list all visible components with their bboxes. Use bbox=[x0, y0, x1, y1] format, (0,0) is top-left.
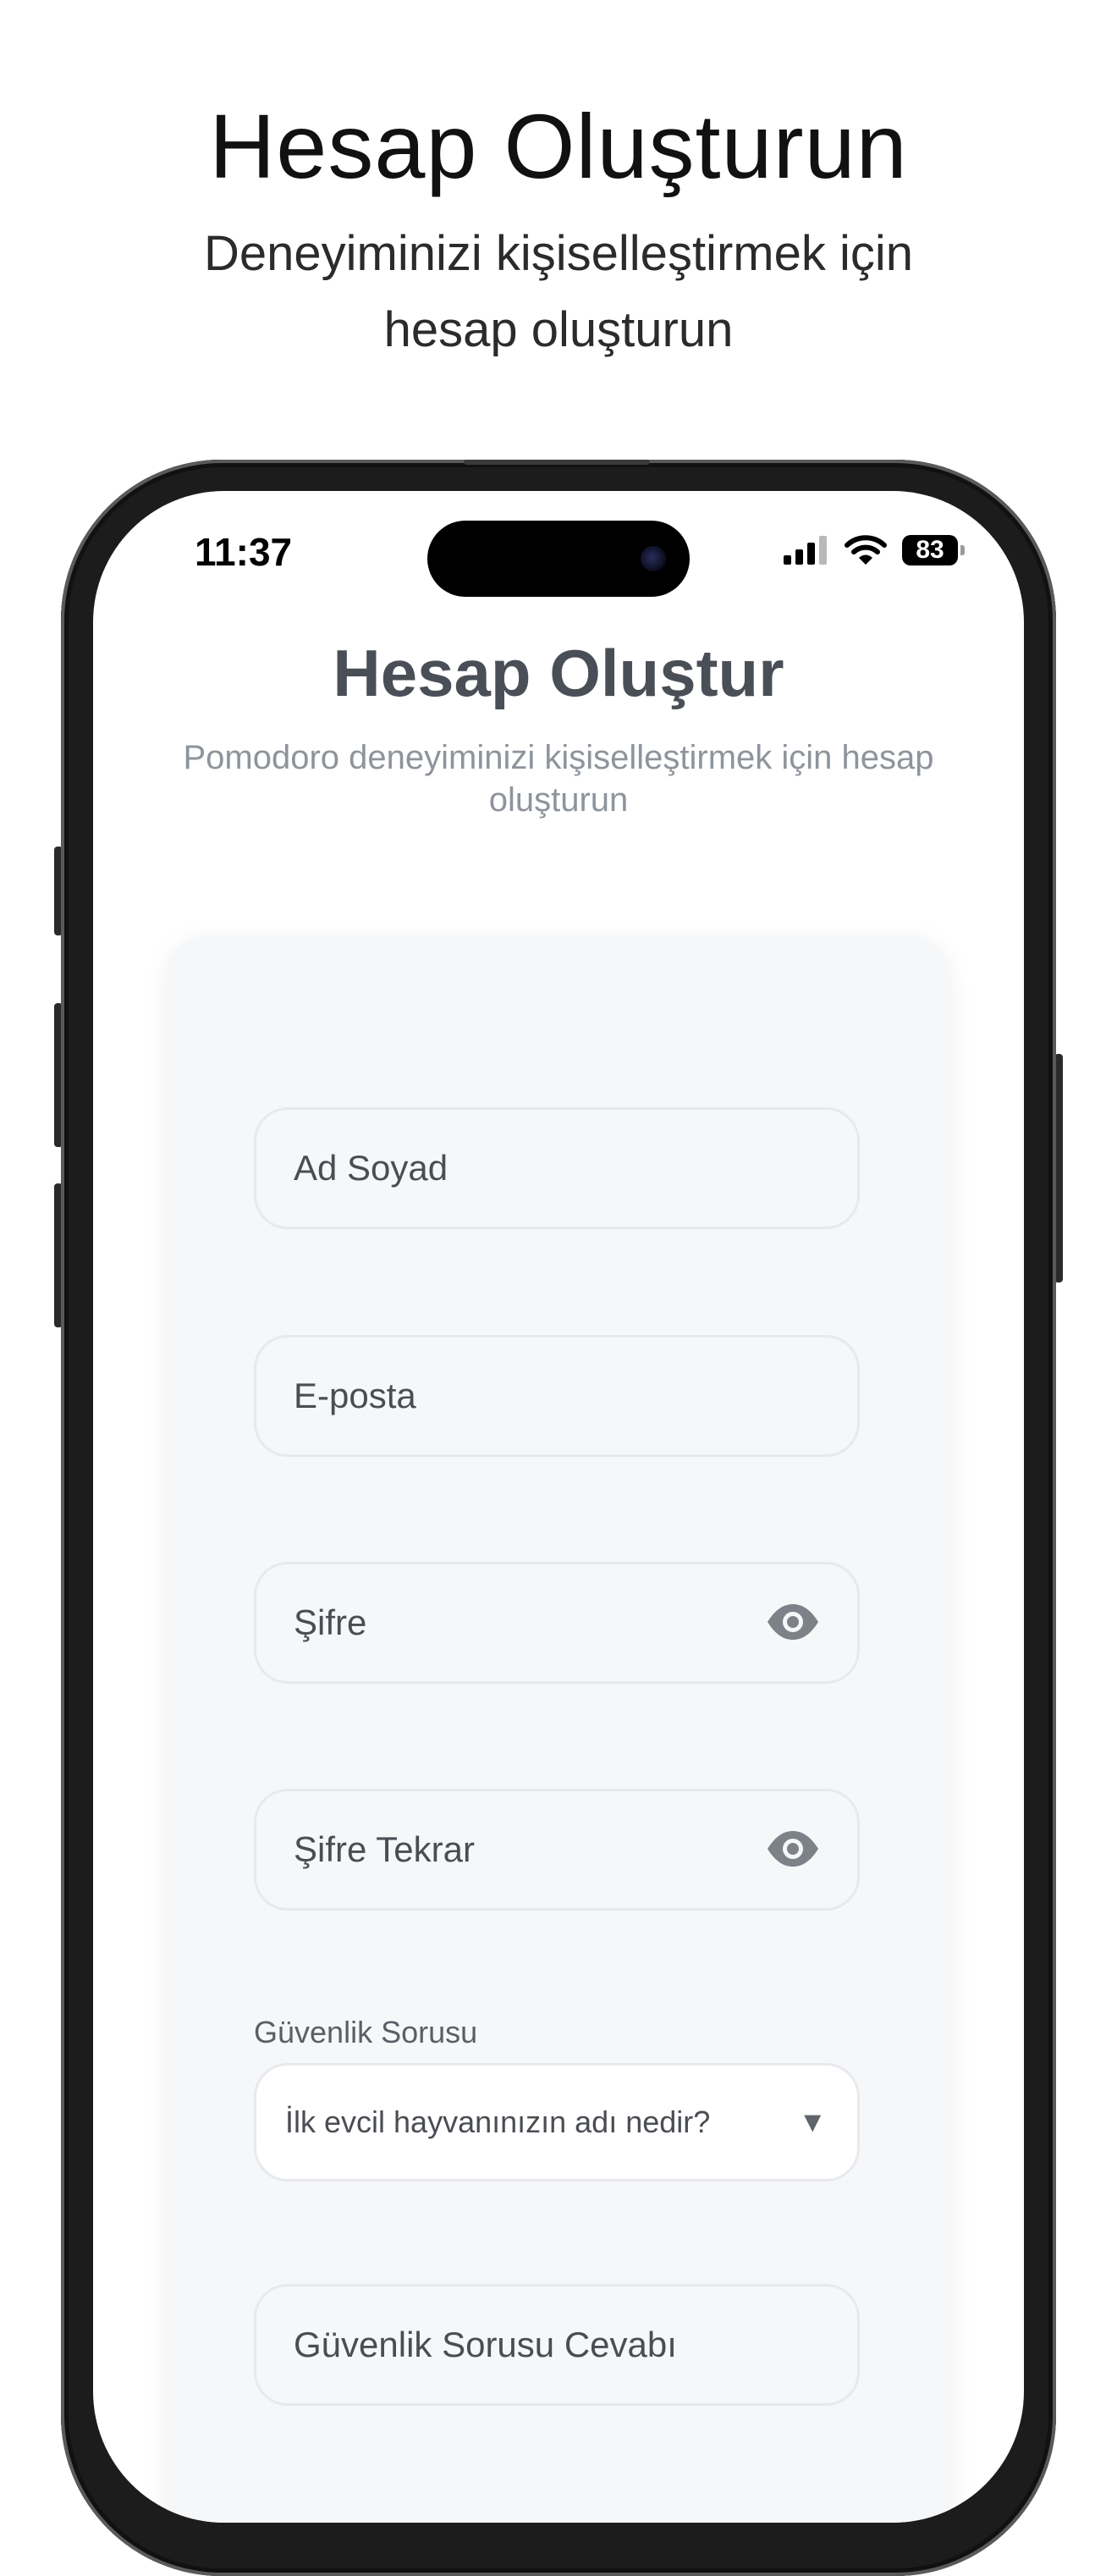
page-title: Hesap Oluştur bbox=[333, 636, 784, 710]
security-question-label: Güvenlik Sorusu bbox=[254, 2015, 478, 2049]
phone-screen: 11:37 83 Hesap Oluştur Pomodoro deneyimi… bbox=[93, 491, 1024, 2523]
battery-cap bbox=[960, 545, 965, 555]
security-question-select[interactable]: İlk evcil hayvanınızın adı nedir? ▼ bbox=[254, 2063, 860, 2182]
wifi-icon bbox=[845, 535, 887, 565]
password-confirm-field[interactable]: Şifre Tekrar bbox=[254, 1789, 860, 1911]
dropdown-arrow-icon: ▼ bbox=[798, 2106, 827, 2138]
email-placeholder: E-posta bbox=[294, 1376, 416, 1415]
battery-level: 83 bbox=[916, 536, 944, 564]
full-name-field[interactable]: Ad Soyad bbox=[254, 1107, 860, 1229]
eye-icon[interactable] bbox=[766, 1829, 820, 1869]
promo-subtitle: Deneyiminizi kişiselleştirmek için hesap… bbox=[204, 226, 913, 357]
promo-title: Hesap Oluşturun bbox=[209, 95, 908, 197]
security-answer-placeholder: Güvenlik Sorusu Cevabı bbox=[294, 2325, 677, 2364]
status-icons: 83 bbox=[784, 532, 965, 569]
eye-icon[interactable] bbox=[766, 1602, 820, 1642]
dynamic-island bbox=[427, 521, 690, 597]
battery-icon: 83 bbox=[902, 535, 965, 565]
phone-frame-seam bbox=[464, 460, 650, 465]
security-answer-field[interactable]: Güvenlik Sorusu Cevabı bbox=[254, 2284, 860, 2406]
security-question-value: İlk evcil hayvanınızın adı nedir? bbox=[285, 2104, 711, 2139]
status-time: 11:37 bbox=[195, 530, 293, 574]
password-placeholder: Şifre bbox=[294, 1602, 367, 1642]
page-subtitle: Pomodoro deneyiminizi kişiselleştirmek i… bbox=[183, 739, 934, 819]
password-confirm-placeholder: Şifre Tekrar bbox=[294, 1829, 475, 1869]
full-name-placeholder: Ad Soyad bbox=[294, 1148, 448, 1188]
email-field[interactable]: E-posta bbox=[254, 1335, 860, 1457]
cellular-signal-icon bbox=[784, 536, 827, 565]
camera-icon bbox=[641, 546, 666, 571]
password-field[interactable]: Şifre bbox=[254, 1562, 860, 1684]
signup-form-card: Ad Soyad E-posta Şifre Şifre Tekrar Güve… bbox=[166, 935, 951, 2523]
